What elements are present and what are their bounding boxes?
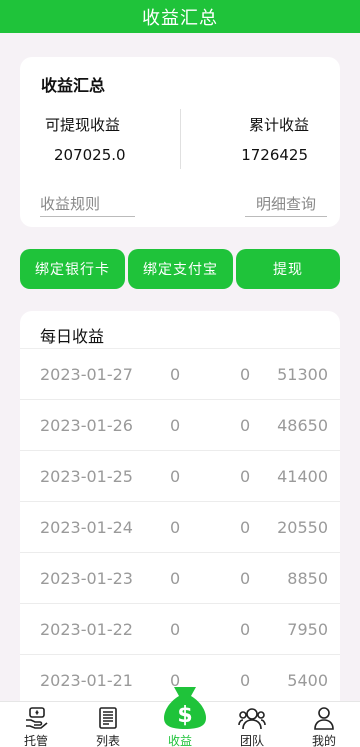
row-total: 8850 [287,569,328,588]
row-date: 2023-01-23 [40,569,133,588]
withdrawable-value: 207025.0 [54,146,126,164]
detail-query-link[interactable]: 明细查询 [245,193,327,217]
row-value-b: 0 [240,518,251,537]
cumulative-label: 累计收益 [248,116,309,134]
row-total: 41400 [277,467,328,486]
row-value-b: 0 [240,416,251,435]
nav-label: 团队 [239,734,264,747]
row-value-b: 0 [240,569,251,588]
table-row: 2023-01-24 0 0 20550 [20,502,340,553]
row-value-b: 0 [240,467,251,486]
nav-item-list[interactable]: 列表 [72,702,144,747]
row-date: 2023-01-26 [40,416,133,435]
nav-label: 托管 [23,734,48,747]
money-bag-icon[interactable]: $ [162,683,208,731]
daily-income-card: 每日收益 2023-01-27 0 0 51300 2023-01-26 0 0… [20,311,340,711]
table-row: 2023-01-22 0 0 7950 [20,604,340,655]
hand-money-icon [24,706,48,730]
cumulative-value: 1726425 [241,146,308,164]
row-value-a: 0 [170,518,181,537]
row-date: 2023-01-25 [40,467,133,486]
row-date: 2023-01-21 [40,671,133,690]
row-value-a: 0 [170,620,181,639]
table-row: 2023-01-25 0 0 41400 [20,451,340,502]
row-value-b: 0 [240,365,251,384]
row-total: 51300 [277,365,328,384]
row-total: 7950 [287,620,328,639]
summary-divider [180,109,181,169]
row-total: 20550 [277,518,328,537]
row-value-a: 0 [170,467,181,486]
table-row: 2023-01-26 0 0 48650 [20,400,340,451]
row-value-b: 0 [240,671,251,690]
row-date: 2023-01-24 [40,518,133,537]
nav-item-team[interactable]: 团队 [216,702,288,747]
income-rules-link[interactable]: 收益规则 [40,193,135,217]
row-value-a: 0 [170,569,181,588]
row-total: 5400 [287,671,328,690]
nav-label: 列表 [95,734,120,747]
team-icon [238,706,266,730]
daily-income-title: 每日收益 [40,327,105,346]
row-value-a: 0 [170,416,181,435]
summary-card: 收益汇总 可提现收益 207025.0 累计收益 1726425 收益规则 明细… [20,57,340,227]
nav-item-hosting[interactable]: 托管 [0,702,72,747]
nav-item-mine[interactable]: 我的 [288,702,360,747]
row-date: 2023-01-27 [40,365,133,384]
page-title: 收益汇总 [142,7,218,29]
withdraw-button[interactable]: 提现 [236,249,340,289]
user-icon [312,706,336,730]
row-date: 2023-01-22 [40,620,133,639]
svg-text:$: $ [177,703,192,728]
withdrawable-label: 可提现收益 [45,116,121,134]
summary-title: 收益汇总 [41,76,106,95]
list-doc-icon [96,706,120,730]
table-row: 2023-01-27 0 0 51300 [20,349,340,400]
row-total: 48650 [277,416,328,435]
bind-alipay-button[interactable]: 绑定支付宝 [128,249,233,289]
nav-label: 我的 [311,734,336,747]
nav-label: 收益 [167,734,192,747]
row-value-a: 0 [170,365,181,384]
row-value-b: 0 [240,620,251,639]
table-row: 2023-01-23 0 0 8850 [20,553,340,604]
bind-bank-card-button[interactable]: 绑定银行卡 [20,249,125,289]
app-header: 收益汇总 [0,0,360,33]
